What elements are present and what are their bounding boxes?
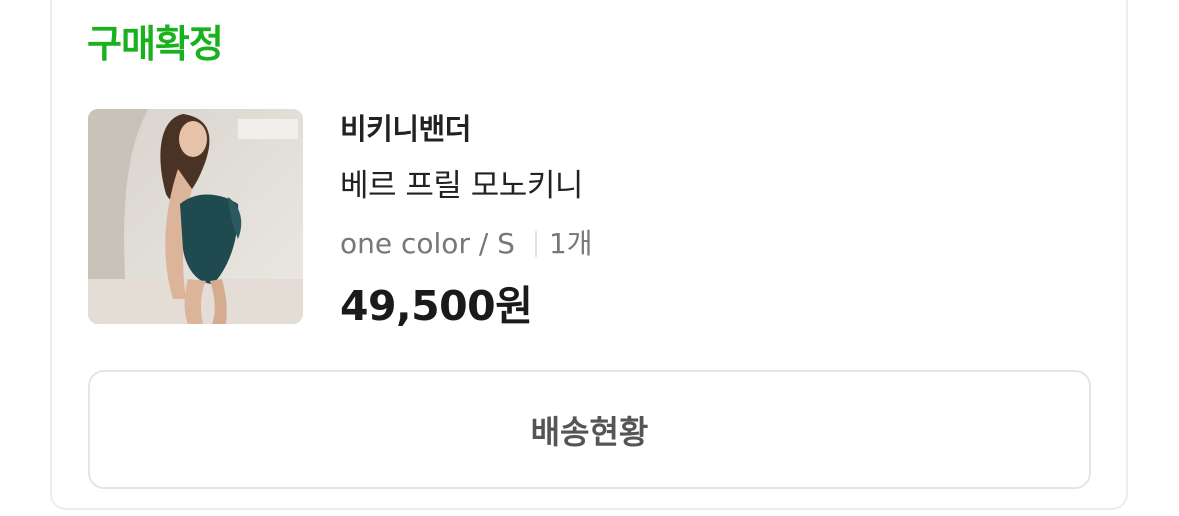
product-thumbnail[interactable] (88, 109, 303, 324)
delivery-status-button[interactable]: 배송현황 (88, 370, 1091, 489)
product-price: 49,500원 (340, 282, 533, 330)
order-status-label: 구매확정 (87, 22, 224, 66)
product-photo-image (88, 109, 303, 324)
option-divider (534, 231, 537, 257)
order-item-page: 구매확정 비키니밴더 베르 프릴 모노키니 one color / S 1개 4… (0, 0, 1179, 516)
product-options: one color / S 1개 (340, 224, 593, 264)
product-option-text: one color / S (340, 227, 515, 260)
product-name[interactable]: 베르 프릴 모노키니 (340, 166, 583, 206)
product-brand[interactable]: 비키니밴더 (340, 110, 471, 148)
product-quantity: 1개 (548, 227, 593, 260)
